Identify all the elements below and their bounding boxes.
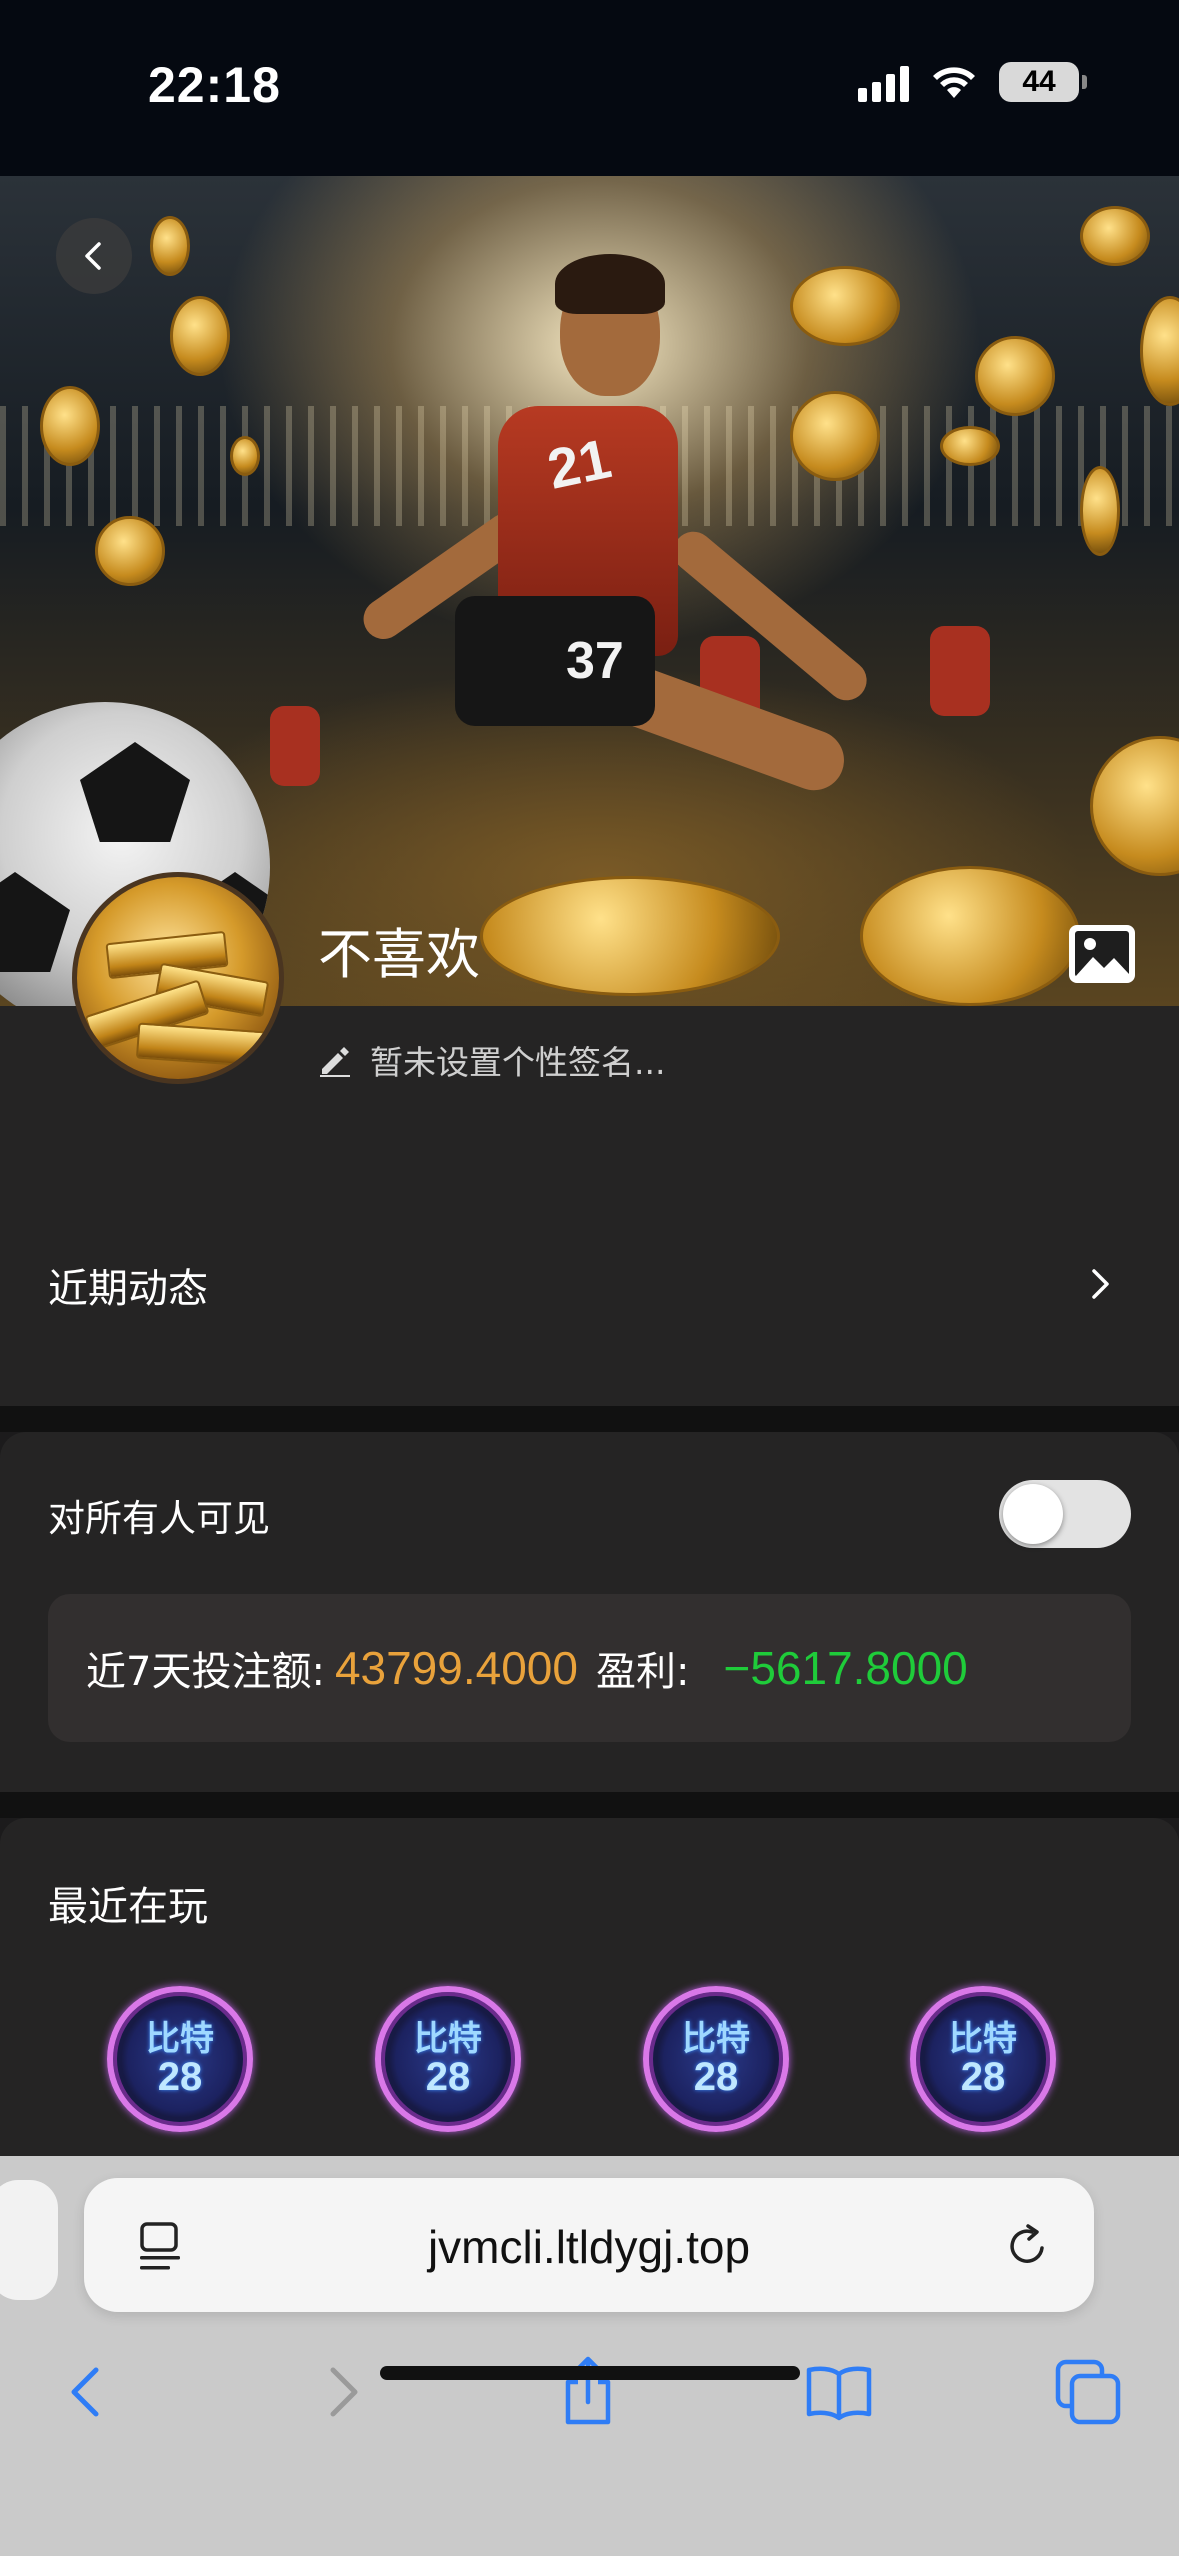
- back-arrow-icon[interactable]: [52, 2356, 124, 2428]
- signature-text: 暂未设置个性签名...: [370, 1043, 666, 1082]
- address-bar[interactable]: jvmcli.ltldygj.top: [84, 2178, 1094, 2312]
- chevron-left-icon: [85, 242, 101, 270]
- pencil-icon: [320, 1047, 350, 1077]
- toggle-knob: [1003, 1484, 1063, 1544]
- tabs-icon[interactable]: [1052, 2356, 1124, 2428]
- wifi-icon: [933, 67, 975, 98]
- visibility-card: 对所有人可见 近7天投注额: 43799.4000 盈利: −5617.8000: [0, 1432, 1179, 1792]
- url-text: jvmcli.ltldygj.top: [427, 2221, 751, 2273]
- chevron-right-icon: [1092, 1269, 1109, 1299]
- game-icon[interactable]: 比特 28: [107, 1986, 253, 2132]
- profit-label: 盈利:: [595, 1649, 690, 1695]
- game-icon[interactable]: 比特 28: [643, 1986, 789, 2132]
- bet-value: 43799.4000: [334, 1642, 578, 1694]
- divider: [0, 1406, 1179, 1432]
- signature-edit[interactable]: 暂未设置个性签名...: [318, 1036, 665, 1084]
- battery-icon: 44: [999, 62, 1087, 102]
- status-bar: 22:18 44: [0, 0, 1179, 176]
- previous-tab-preview[interactable]: [0, 2180, 58, 2300]
- recently-playing-title: 最近在玩: [48, 1884, 208, 1930]
- recently-playing-card: 最近在玩 比特 28 比特 28 比特 28 比特 28: [0, 1818, 1179, 2158]
- stats-box: 近7天投注额: 43799.4000 盈利: −5617.8000: [48, 1594, 1131, 1742]
- battery-level: 44: [1022, 65, 1056, 98]
- browser-toolbar: jvmcli.ltldygj.top: [0, 2156, 1179, 2556]
- bookmarks-icon[interactable]: [803, 2356, 875, 2428]
- shorts-number: 37: [566, 632, 624, 690]
- recent-activity-label: 近期动态: [48, 1266, 208, 1312]
- cellular-signal-icon: [858, 62, 909, 102]
- game-icon[interactable]: 比特 28: [375, 1986, 521, 2132]
- visibility-toggle[interactable]: [999, 1480, 1131, 1548]
- status-time: 22:18: [148, 57, 281, 113]
- divider: [0, 1792, 1179, 1818]
- jersey-number: 21: [542, 426, 617, 501]
- reload-icon[interactable]: [1002, 2220, 1054, 2272]
- game-icon[interactable]: 比特 28: [910, 1986, 1056, 2132]
- forward-arrow-icon[interactable]: [305, 2356, 377, 2428]
- profit-value: −5617.8000: [723, 1642, 968, 1694]
- bet-label: 近7天投注额:: [86, 1649, 325, 1695]
- recent-activity-row[interactable]: 近期动态: [0, 1230, 1179, 1340]
- status-icons: 44: [858, 62, 1087, 102]
- avatar[interactable]: [72, 872, 284, 1084]
- home-indicator: [380, 2366, 800, 2380]
- change-cover-image-icon[interactable]: [1066, 922, 1138, 986]
- username: 不喜欢: [318, 923, 480, 986]
- visibility-label: 对所有人可见: [48, 1497, 270, 1540]
- back-button[interactable]: [56, 218, 132, 294]
